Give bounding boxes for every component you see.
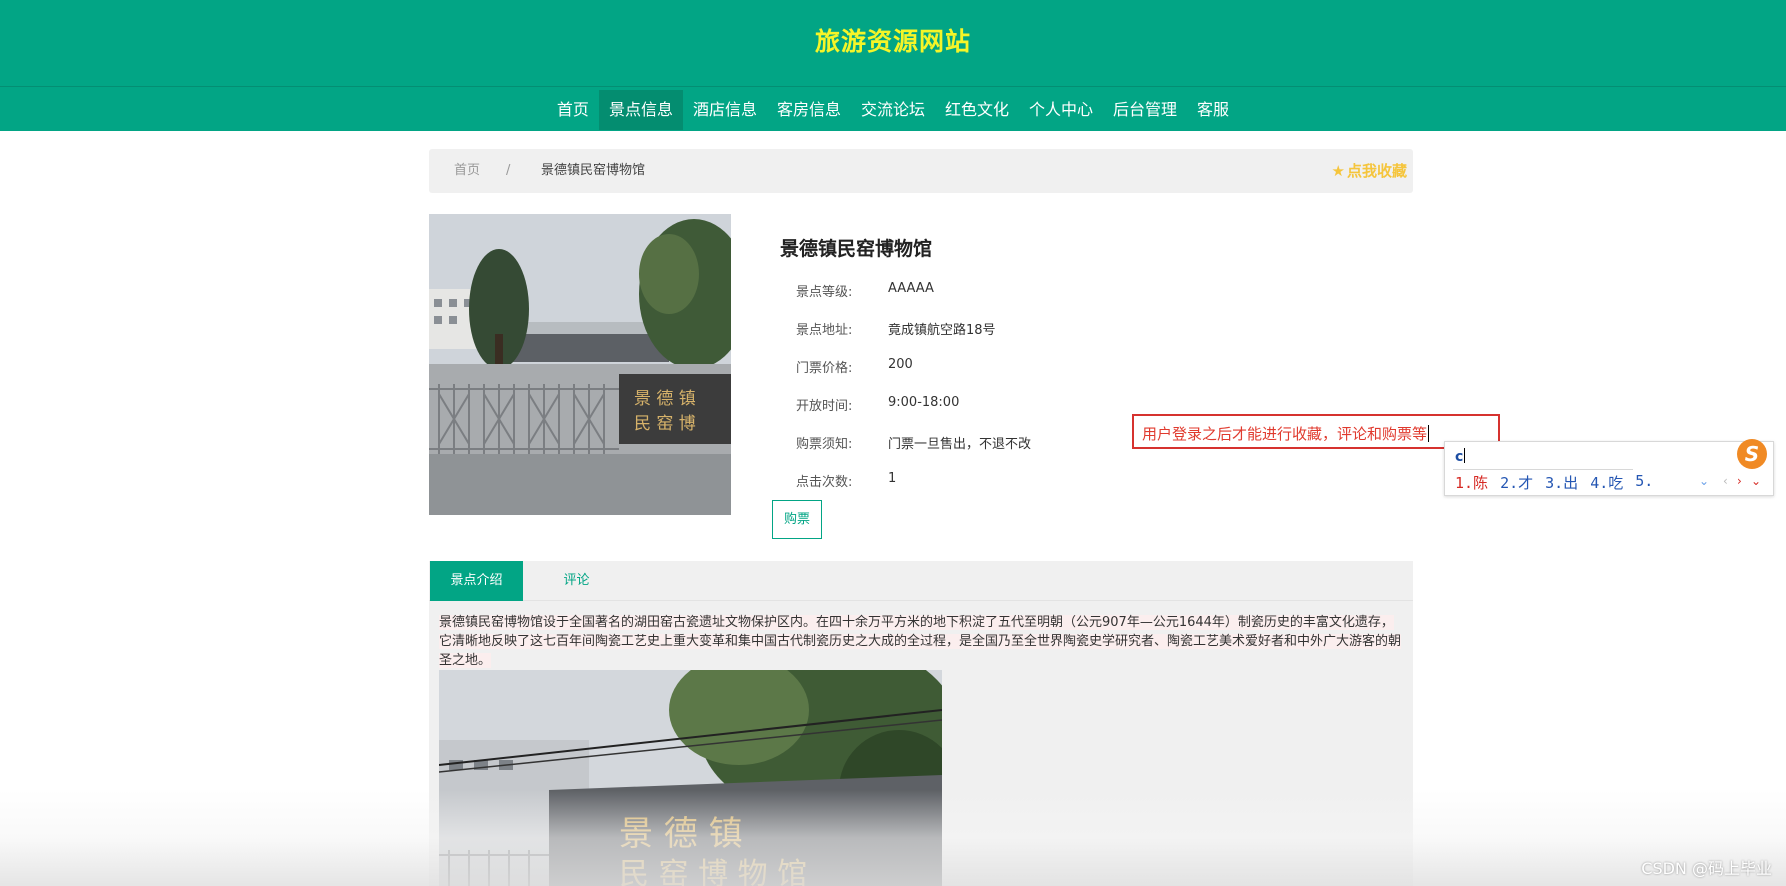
info-row-address: 景点地址: 竟成镇航空路18号: [796, 319, 1196, 339]
ime-candidate[interactable]: 1.陈: [1455, 472, 1488, 493]
tabs-bar: 景点介绍 评论: [429, 561, 1413, 601]
nav-item-customer-service[interactable]: 客服: [1187, 90, 1239, 130]
nav-item-admin[interactable]: 后台管理: [1103, 90, 1187, 130]
ime-candidate-list: 1.陈 2.才 3.出 4.吃 5.: [1455, 472, 1653, 493]
info-label: 门票价格:: [796, 361, 853, 376]
intro-photo: 景 德 镇 民 窑 博 物 馆: [439, 670, 942, 886]
sogou-logo-icon[interactable]: S: [1737, 439, 1767, 469]
ime-prev-page-icon[interactable]: ‹: [1723, 474, 1728, 488]
ime-candidate-popup: c S 1.陈 2.才 3.出 4.吃 5. ⌄ ‹ › ⌄: [1444, 439, 1774, 496]
star-icon: ★: [1331, 162, 1345, 180]
svg-text:景 德 镇: 景 德 镇: [619, 814, 743, 854]
favorite-button[interactable]: ★ 点我收藏: [1332, 149, 1407, 193]
info-label: 购票须知:: [796, 437, 853, 452]
info-label: 开放时间:: [796, 399, 853, 414]
info-value: 9:00-18:00: [888, 395, 960, 410]
ime-candidate[interactable]: 3.出: [1545, 472, 1578, 493]
nav-item-red-culture[interactable]: 红色文化: [935, 90, 1019, 130]
info-row-click-count: 点击次数: 1: [796, 471, 1196, 491]
tab-intro[interactable]: 景点介绍: [430, 561, 523, 601]
nav-item-personal-center[interactable]: 个人中心: [1019, 90, 1103, 130]
intro-paragraph: 景德镇民窑博物馆设于全国著名的湖田窑古瓷遗址文物保护区内。在四十余万平方米的地下…: [439, 615, 1402, 668]
svg-text:民 窑 博 物 馆: 民 窑 博 物 馆: [619, 857, 807, 886]
annotation-text: 用户登录之后才能进行收藏，评论和购票等: [1142, 423, 1430, 444]
ime-expand-icon[interactable]: ⌄: [1699, 474, 1709, 488]
breadcrumb-home-link[interactable]: 首页: [454, 149, 480, 193]
info-label: 景点等级:: [796, 285, 853, 300]
museum-gate-photo: 景 德 镇 民 窑 博: [429, 214, 731, 515]
info-row-open-hours: 开放时间: 9:00-18:00: [796, 395, 1196, 415]
info-row-ticket-price: 门票价格: 200: [796, 357, 1196, 377]
favorite-label: 点我收藏: [1346, 162, 1407, 180]
site-title: 旅游资源网站: [814, 27, 971, 56]
scenic-spot-photo: 景 德 镇 民 窑 博: [429, 214, 731, 515]
text-caret: [1428, 425, 1430, 442]
info-value: 1: [888, 471, 897, 486]
content-panel: 景点介绍 评论 景德镇民窑博物馆设于全国著名的湖田窑古瓷遗址文物保护区内。在四十…: [429, 561, 1413, 886]
breadcrumb: 首页 / 景德镇民窑博物馆 ★ 点我收藏: [429, 149, 1413, 193]
annotation-text-content: 用户登录之后才能进行收藏，评论和购票等: [1142, 425, 1428, 443]
intro-text: 景德镇民窑博物馆设于全国著名的湖田窑古瓷遗址文物保护区内。在四十余万平方米的地下…: [439, 613, 1404, 670]
nav-item-scenic-info[interactable]: 景点信息: [598, 90, 683, 130]
scenic-spot-title: 景德镇民窑博物馆: [780, 238, 933, 260]
ime-caret: [1464, 448, 1466, 463]
tab-comments[interactable]: 评论: [534, 561, 619, 601]
info-row-level: 景点等级: AAAAA: [796, 281, 1196, 301]
info-label: 点击次数:: [796, 475, 853, 490]
site-header: 旅游资源网站 首页 景点信息 酒店信息 客房信息 交流论坛 红色文化 个人中心 …: [0, 0, 1786, 131]
svg-text:景 德 镇: 景 德 镇: [634, 389, 696, 409]
ime-composition: c: [1455, 448, 1466, 465]
ime-candidate[interactable]: 4.吃: [1590, 472, 1623, 493]
nav-item-hotel-info[interactable]: 酒店信息: [683, 90, 767, 130]
main-nav: 首页 景点信息 酒店信息 客房信息 交流论坛 红色文化 个人中心 后台管理 客服: [0, 90, 1786, 130]
ime-candidate[interactable]: 2.才: [1500, 472, 1533, 493]
ime-divider: [1453, 469, 1633, 470]
info-value: 200: [888, 357, 913, 372]
info-value: 门票一旦售出，不退不改: [888, 437, 1032, 452]
svg-text:民 窑 博: 民 窑 博: [634, 414, 696, 434]
museum-sign-photo: 景 德 镇 民 窑 博 物 馆: [439, 670, 942, 886]
info-value: 竟成镇航空路18号: [888, 323, 996, 338]
ime-next-page-icon[interactable]: ›: [1737, 474, 1742, 488]
breadcrumb-separator: /: [506, 163, 511, 178]
nav-item-room-info[interactable]: 客房信息: [767, 90, 851, 130]
ime-chevron-down-icon[interactable]: ⌄: [1751, 474, 1761, 488]
ime-candidate[interactable]: 5.: [1635, 472, 1653, 493]
watermark: CSDN @码上毕业: [1641, 859, 1772, 878]
nav-item-forum[interactable]: 交流论坛: [851, 90, 935, 130]
nav-item-home[interactable]: 首页: [547, 90, 599, 130]
info-value: AAAAA: [888, 281, 934, 296]
header-divider: [0, 86, 1786, 87]
ime-composition-text: c: [1455, 449, 1464, 465]
info-label: 景点地址:: [796, 323, 853, 338]
buy-ticket-button[interactable]: 购票: [772, 500, 822, 539]
breadcrumb-current: 景德镇民窑博物馆: [541, 163, 646, 178]
